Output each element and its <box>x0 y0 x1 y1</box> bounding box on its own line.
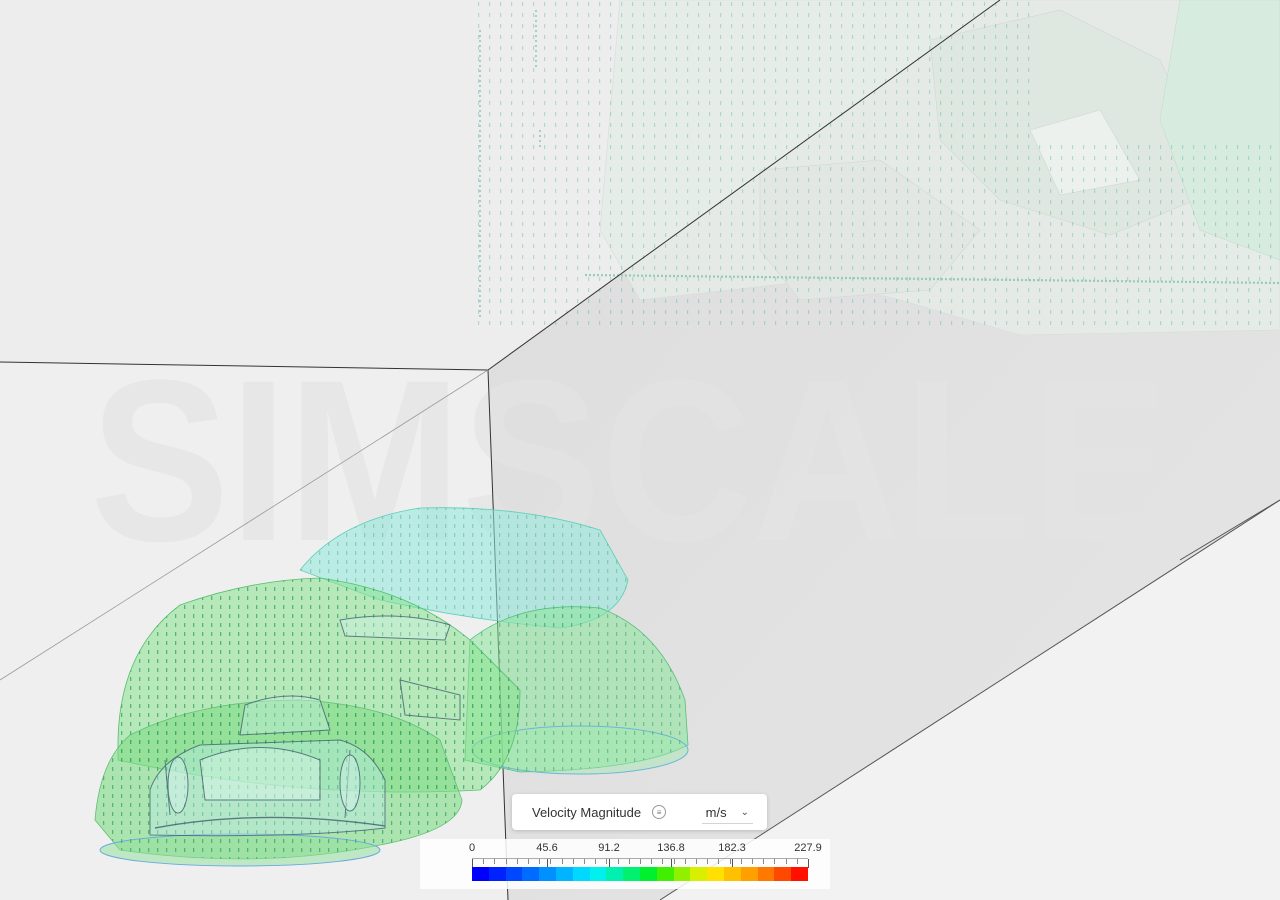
tick-label: 45.6 <box>536 842 558 854</box>
colorbar-minor-tick <box>684 859 686 864</box>
colorbar-swatch <box>774 867 792 881</box>
colorbar-minor-tick <box>516 859 518 864</box>
colorbar-minor-tick <box>718 859 720 864</box>
hamburger-circle-icon[interactable]: ≡ <box>652 805 667 819</box>
tick-label: 227.9 <box>794 842 822 854</box>
colorbar-swatch <box>488 867 506 881</box>
colorbar-minor-tick <box>550 859 552 864</box>
colorbar-swatch <box>791 867 808 881</box>
colorbar-minor-tick <box>640 859 641 864</box>
colorbar-minor-tick <box>561 859 563 864</box>
colorbar-minor-tick <box>774 859 776 864</box>
3d-viewport[interactable]: SIMSCALE Velocity Magnitude ≡ m/s ⌄ 0 45… <box>0 0 1280 900</box>
colorbar-swatch <box>757 867 775 881</box>
chevron-down-icon: ⌄ <box>740 806 749 818</box>
unit-dropdown[interactable]: m/s ⌄ <box>701 801 753 824</box>
colorbar-swatch <box>690 867 708 881</box>
colorbar-swatch <box>539 867 556 881</box>
tick-label: 136.8 <box>657 842 685 854</box>
colorbar-minor-tick <box>696 859 697 864</box>
legend-panel: Velocity Magnitude ≡ m/s ⌄ <box>512 794 767 830</box>
colorbar-minor-tick <box>494 859 496 864</box>
colorbar-swatch <box>589 867 607 881</box>
colorbar-swatch <box>723 867 741 881</box>
colorbar <box>472 867 808 881</box>
legend-field-name: Velocity Magnitude <box>532 804 642 820</box>
colorbar-minor-tick <box>785 859 787 864</box>
scene-canvas[interactable]: SIMSCALE <box>0 0 1280 900</box>
colorbar-swatch <box>707 867 724 881</box>
colorbar-minor-tick <box>528 859 529 864</box>
colorbar-swatch <box>606 867 624 881</box>
colorbar-minor-tick <box>796 859 798 864</box>
colorbar-minor-tick <box>752 859 753 864</box>
colorbar-swatch <box>623 867 640 881</box>
colorbar-minor-tick <box>740 859 742 864</box>
colorbar-minor-tick <box>572 859 574 864</box>
colorbar-minor-tick <box>628 859 630 864</box>
colorbar-swatch <box>656 867 674 881</box>
colorbar-minor-tick <box>763 859 765 864</box>
colorbar-swatch <box>505 867 523 881</box>
tick-label: 182.3 <box>718 842 746 854</box>
colorbar-swatch <box>555 867 573 881</box>
colorbar-minor-tick <box>505 859 507 864</box>
colorbar-minor-tick <box>707 859 709 864</box>
tick-label: 91.2 <box>598 842 620 854</box>
tick-label: 0 <box>468 842 476 854</box>
colorbar-minor-tick <box>673 859 675 864</box>
colorbar-minor-tick <box>539 859 541 864</box>
colorbar-minor-tick <box>483 859 485 864</box>
colorbar-minor-tick <box>606 859 608 864</box>
colorbar-minor-tick <box>729 859 731 864</box>
colorbar-swatch <box>572 867 590 881</box>
colorbar-minor-tick <box>617 859 619 864</box>
colorbar-swatch <box>740 867 758 881</box>
colorbar-minor-tick <box>662 859 664 864</box>
colorbar-minor-tick <box>595 859 597 864</box>
colorbar-minor-tick <box>584 859 585 864</box>
colorbar-swatch <box>673 867 691 881</box>
far-flow-surfaces <box>470 0 1280 336</box>
colorbar-swatch <box>639 867 657 881</box>
watermark: SIMSCALE <box>90 332 1170 589</box>
colorbar-minor-tick <box>651 859 653 864</box>
unit-label: m/s <box>705 804 727 820</box>
colorbar-major-tick <box>808 859 809 868</box>
colorbar-panel: 0 45.6 91.2 136.8 182.3 227.9 <box>420 839 830 889</box>
colorbar-swatch <box>472 867 489 881</box>
colorbar-swatch <box>522 867 540 881</box>
